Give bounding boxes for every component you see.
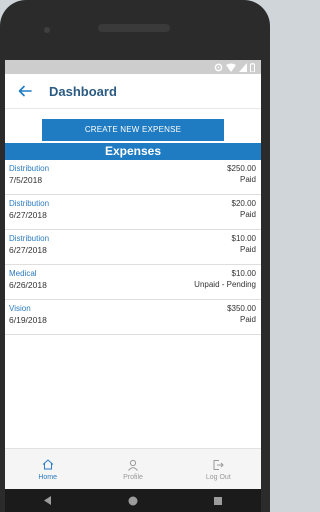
expense-category: Distribution xyxy=(9,164,50,173)
expense-status: Unpaid - Pending xyxy=(194,280,256,289)
tab-profile[interactable]: Profile xyxy=(90,449,175,489)
expense-amount: $350.00 xyxy=(227,304,256,313)
bottom-tab-bar: Home Profile Log Out xyxy=(5,448,261,489)
logout-icon xyxy=(212,458,225,472)
expense-category: Vision xyxy=(9,304,31,313)
expense-amount: $20.00 xyxy=(231,199,256,208)
expense-date: 6/27/2018 xyxy=(9,245,47,255)
wifi-icon xyxy=(226,63,236,72)
speaker xyxy=(98,24,170,32)
expense-category: Medical xyxy=(9,269,37,278)
app-bar: Dashboard xyxy=(5,74,261,109)
expense-amount: $10.00 xyxy=(231,269,256,278)
expenses-header: Expenses xyxy=(5,143,261,160)
expense-row[interactable]: Distribution 7/5/2018 $250.00 Paid xyxy=(5,160,261,195)
expense-status: Paid xyxy=(239,175,256,184)
expense-amount: $10.00 xyxy=(231,234,256,243)
nav-back-icon[interactable] xyxy=(40,493,56,509)
arrow-left-icon[interactable] xyxy=(15,81,35,101)
signal-icon xyxy=(239,62,247,72)
expense-row[interactable]: Distribution 6/27/2018 $20.00 Paid xyxy=(5,195,261,230)
expense-date: 6/26/2018 xyxy=(9,280,47,290)
tab-logout[interactable]: Log Out xyxy=(176,449,261,489)
tab-home[interactable]: Home xyxy=(5,449,90,489)
expense-status: Paid xyxy=(239,315,256,324)
status-bar xyxy=(5,60,261,74)
page-title: Dashboard xyxy=(49,83,117,99)
tab-home-label: Home xyxy=(38,473,57,481)
person-icon xyxy=(127,458,139,472)
expense-date: 7/5/2018 xyxy=(9,175,43,185)
phone-bezel xyxy=(0,0,270,58)
expense-status: Paid xyxy=(239,245,256,254)
camera xyxy=(44,27,50,33)
data-saver-icon xyxy=(214,63,223,71)
expense-date: 6/27/2018 xyxy=(9,210,47,220)
expense-date: 6/19/2018 xyxy=(9,315,47,325)
android-nav-bar xyxy=(5,489,261,512)
expense-category: Distribution xyxy=(9,199,50,208)
expense-amount: $250.00 xyxy=(227,164,256,173)
expense-list: Distribution 7/5/2018 $250.00 Paid Distr… xyxy=(5,160,261,335)
status-icons xyxy=(214,61,255,73)
nav-home-icon[interactable] xyxy=(125,493,141,509)
tab-logout-label: Log Out xyxy=(205,473,231,481)
expense-row[interactable]: Vision 6/19/2018 $350.00 Paid xyxy=(5,300,261,335)
create-expense-button[interactable]: CREATE NEW EXPENSE xyxy=(42,119,224,141)
tab-profile-label: Profile xyxy=(123,473,143,481)
expense-row[interactable]: Distribution 6/27/2018 $10.00 Paid xyxy=(5,230,261,265)
screen: Dashboard CREATE NEW EXPENSE Expenses Di… xyxy=(5,60,261,489)
home-icon xyxy=(42,458,54,472)
expense-status: Paid xyxy=(239,210,256,219)
phone-frame: Dashboard CREATE NEW EXPENSE Expenses Di… xyxy=(0,0,270,512)
expense-row[interactable]: Medical 6/26/2018 $10.00 Unpaid - Pendin… xyxy=(5,265,261,300)
nav-recents-icon[interactable] xyxy=(210,493,226,509)
battery-icon xyxy=(250,62,255,72)
expense-category: Distribution xyxy=(9,234,50,243)
